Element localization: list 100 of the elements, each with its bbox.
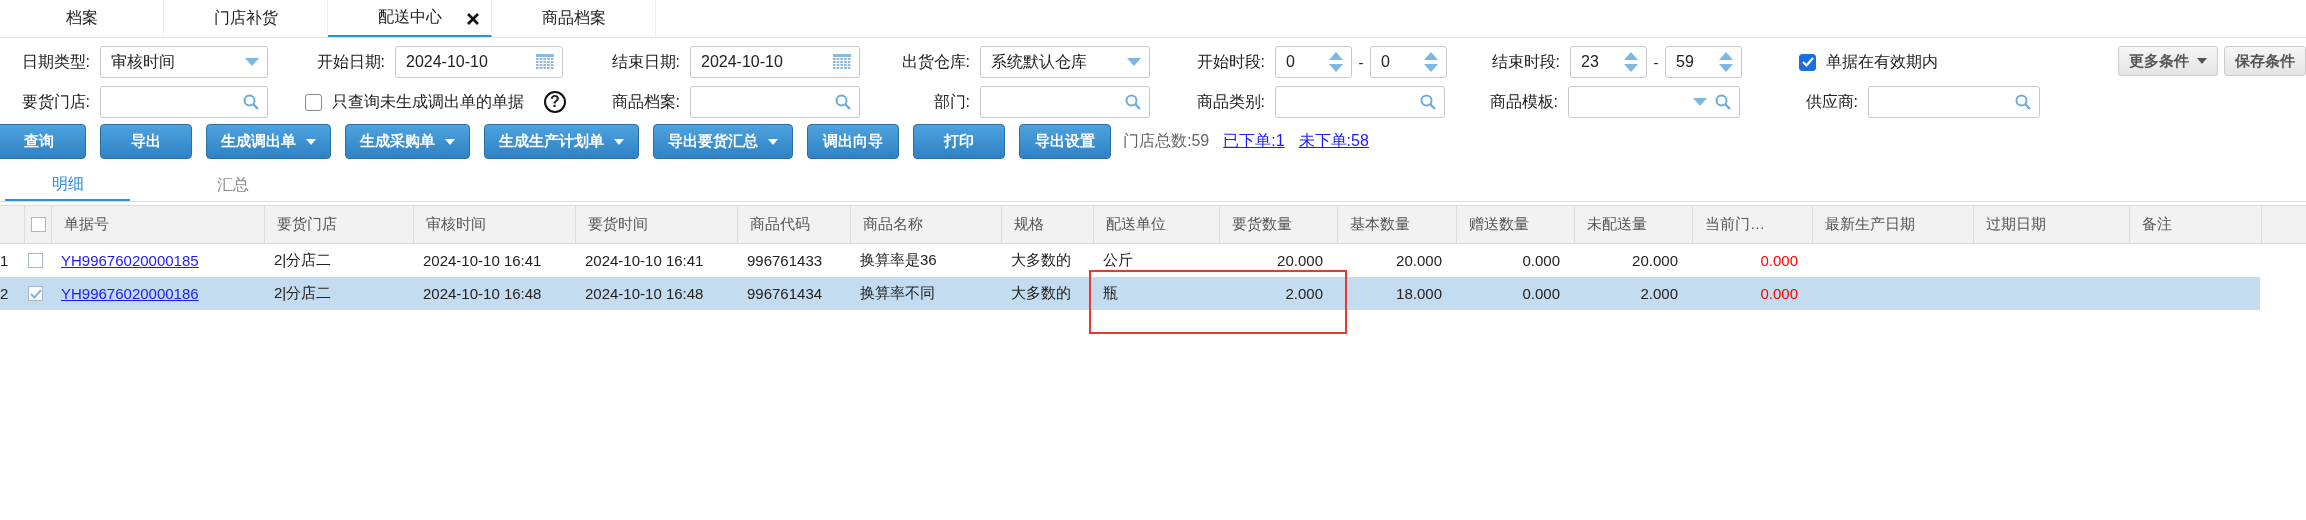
search-icon [1125,94,1141,110]
filter-button[interactable]: 更多条件 [2118,46,2218,76]
filter-button[interactable]: 保存条件 [2224,46,2306,76]
close-icon[interactable] [467,13,479,25]
table-cell: 2024-10-10 16:48 [423,285,542,302]
spin-field[interactable]: 23 [1570,46,1647,78]
column-header[interactable]: 商品代码 [750,215,810,234]
caret-icon [445,138,455,145]
table-row[interactable]: 1 YH99676020000185 2|分店二 2024-10-10 16:41 2024-10-10 16:41 996761433 换算率是36 大多数的 公斤 20.000 20.000 0.000 20.000 0.000 [0,244,2260,277]
table-row[interactable]: 2 YH99676020000186 2|分店二 2024-10-10 16:48 2024-10-10 16:48 996761434 换算率不同 大多数的 瓶 2.000 18.000 0.000 2.000 0.000 [0,277,2260,310]
table-cell: 20.000 [1396,252,1442,269]
table-cell: 2024-10-10 16:41 [585,252,704,269]
search-icon [2015,94,2031,110]
date-field[interactable]: 2024-10-10 [690,46,860,78]
table-cell: 0.000 [1760,285,1798,302]
combo-field[interactable] [1568,86,1740,118]
caret-icon [614,138,624,145]
table-cell: 换算率是36 [860,251,937,270]
search-field[interactable] [1868,86,2040,118]
range-separator: - [1652,53,1660,71]
search-field[interactable] [1275,86,1445,118]
table-cell: 大多数的 [1011,251,1071,270]
search-field[interactable] [690,86,860,118]
dropdown-arrow-icon [1127,58,1141,66]
table-cell: 2|分店二 [274,284,332,303]
date-field[interactable]: 2024-10-10 [395,46,563,78]
column-header[interactable]: 要货时间 [588,215,648,234]
checkbox[interactable] [1799,53,1816,71]
column-header[interactable]: 审核时间 [426,215,486,234]
checkbox[interactable] [28,286,43,301]
help-icon[interactable]: ? [544,91,566,113]
column-header[interactable]: 规格 [1014,215,1044,234]
field-label: 部门: [932,91,971,112]
column-header[interactable]: 要货数量 [1232,215,1292,234]
table-cell: 996761434 [747,285,823,302]
document-link[interactable]: YH99676020000186 [61,285,199,302]
order-status-link[interactable]: 未下单:58 [1298,131,1369,152]
table-cell: 0.000 [1522,285,1560,302]
spinner-arrows-icon [1329,52,1343,72]
table-cell: 2024-10-10 16:41 [423,252,542,269]
column-header[interactable]: 商品名称 [863,215,923,234]
column-header[interactable]: 赠送数量 [1469,215,1529,234]
row-number: 2 [0,284,10,304]
column-header[interactable]: 备注 [2142,215,2172,234]
caret-icon [2197,58,2207,64]
column-header[interactable]: 当前门… [1705,215,1765,234]
tab[interactable]: 门店补货 [164,0,328,37]
table-cell: 瓶 [1103,284,1118,303]
store-count-text: 门店总数:59 [1123,131,1210,151]
column-header[interactable]: 要货门店 [277,215,337,234]
table-cell: 2.000 [1640,285,1678,302]
calendar-icon [536,54,554,70]
table-cell: 0.000 [1760,252,1798,269]
field-label: 开始日期: [315,51,386,72]
column-header[interactable]: 单据号 [64,215,109,234]
field-label: 商品类别: [1195,91,1266,112]
order-status-link[interactable]: 已下单:1 [1223,131,1285,152]
sub-tab[interactable]: 汇总 [170,169,295,201]
search-icon [1420,94,1436,110]
search-icon [1715,94,1731,110]
field-label: 结束日期: [610,51,681,72]
spin-field[interactable]: 59 [1665,46,1742,78]
field-label: 日期类型: [20,51,91,72]
table-cell: 公斤 [1103,251,1133,270]
checkbox[interactable] [30,217,46,232]
document-link[interactable]: YH99676020000185 [61,252,199,269]
tab[interactable]: 商品档案 [492,0,656,37]
column-header[interactable]: 最新生产日期 [1825,215,1915,234]
select-field[interactable]: 审核时间 [100,46,268,78]
search-icon [243,94,259,110]
spin-field[interactable]: 0 [1370,46,1447,78]
column-header[interactable]: 配送单位 [1106,215,1166,234]
caret-icon [768,138,778,145]
column-header[interactable]: 过期日期 [1986,215,2046,234]
table-cell: 18.000 [1396,285,1442,302]
search-icon [835,94,851,110]
field-label: 商品档案: [610,91,681,112]
sub-tab[interactable]: 明细 [5,169,130,201]
row-number: 1 [0,251,10,271]
checkbox[interactable] [305,93,322,111]
tab[interactable]: 配送中心 [328,0,492,37]
search-field[interactable] [980,86,1150,118]
checkbox[interactable] [28,253,43,268]
select-field[interactable]: 系统默认仓库 [980,46,1150,78]
column-header[interactable]: 未配送量 [1587,215,1647,234]
table-cell: 20.000 [1277,252,1323,269]
table-cell: 996761433 [747,252,823,269]
column-header[interactable]: 基本数量 [1350,215,1410,234]
caret-icon [306,138,316,145]
search-field[interactable] [100,86,268,118]
tab[interactable]: 档案 [0,0,164,37]
table-cell: 大多数的 [1011,284,1071,303]
spin-field[interactable]: 0 [1275,46,1352,78]
checkbox-label: 只查询未生成调出单的单据 [332,91,524,112]
checkbox-label: 单据在有效期内 [1826,51,1938,72]
field-label: 要货门店: [20,91,91,112]
table-cell: 20.000 [1632,252,1678,269]
dropdown-arrow-icon [1693,98,1707,106]
table-cell: 换算率不同 [860,284,935,303]
table-cell: 0.000 [1522,252,1560,269]
